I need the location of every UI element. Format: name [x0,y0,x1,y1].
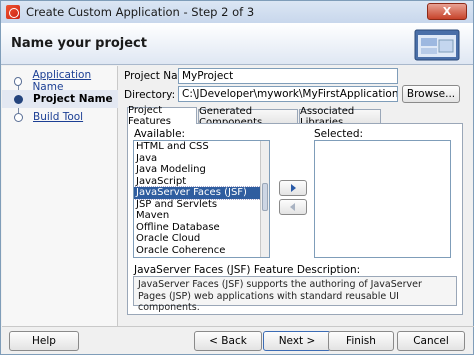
step-label: Build Tool [33,111,84,123]
description-box: JavaServer Faces (JSF) supports the auth… [133,276,457,313]
oracle-app-icon [6,5,20,19]
list-item-selected[interactable]: JavaServer Faces (JSF) [134,186,269,200]
tab-associated-libraries[interactable]: Associated Libraries [299,106,381,128]
step-dot-icon [14,76,23,86]
tab-generated-components[interactable]: Generated Components [198,106,298,128]
help-button[interactable]: Help [9,331,79,351]
selected-label: Selected: [314,128,364,140]
cancel-button[interactable]: Cancel [397,331,465,351]
list-item[interactable]: Maven [134,210,269,222]
list-item[interactable]: HTML and CSS [134,141,269,153]
close-icon: X [442,5,452,18]
list-item[interactable]: Oracle Cloud [134,233,269,245]
list-item[interactable]: JavaScript [134,176,269,188]
arrow-left-icon [290,203,295,211]
wizard-header: Name your project [1,23,473,65]
page-title: Name your project [11,36,147,51]
selected-list[interactable] [314,140,451,258]
tab-project-features[interactable]: Project Features [127,105,197,127]
project-name-input[interactable]: MyProject [178,68,398,84]
step-application-name[interactable]: Application Name [2,69,118,93]
step-dot-icon [14,112,23,122]
scrollbar-thumb[interactable] [262,183,268,211]
window-title: Create Custom Application - Step 2 of 3 [26,5,255,19]
arrow-right-icon [291,184,296,192]
list-item[interactable]: Java [134,153,269,165]
title-bar: Create Custom Application - Step 2 of 3 … [1,1,473,23]
step-label: Project Name [33,93,113,105]
description-label: JavaServer Faces (JSF) Feature Descripti… [134,264,361,276]
available-scrollbar[interactable] [260,141,269,257]
finish-button[interactable]: Finish [328,331,394,351]
next-button[interactable]: Next > [263,331,331,351]
remove-button[interactable] [279,199,307,215]
footer-divider [2,326,474,327]
list-item[interactable]: JSP and Servlets [134,199,269,211]
step-build-tool[interactable]: Build Tool [2,108,118,126]
close-button[interactable]: X [427,3,467,20]
available-list[interactable]: HTML and CSS Java Java Modeling JavaScri… [133,140,270,258]
add-button[interactable] [279,180,307,196]
directory-label: Directory: [124,89,176,101]
wizard-window: Create Custom Application - Step 2 of 3 … [0,0,474,355]
available-label: Available: [134,128,186,140]
wizard-window-icon [414,29,460,61]
list-item[interactable]: Java Modeling [134,164,269,176]
back-button[interactable]: < Back [194,331,262,351]
list-item[interactable]: Offline Database [134,222,269,234]
list-item[interactable]: Oracle Coherence [134,245,269,257]
step-dot-icon [14,94,23,104]
steps-panel: Application Name Project Name Build Tool [2,66,118,326]
step-project-name[interactable]: Project Name [2,90,118,108]
browse-button[interactable]: Browse... [402,85,460,103]
directory-input[interactable]: C:\JDeveloper\mywork\MyFirstApplication\… [178,86,398,102]
